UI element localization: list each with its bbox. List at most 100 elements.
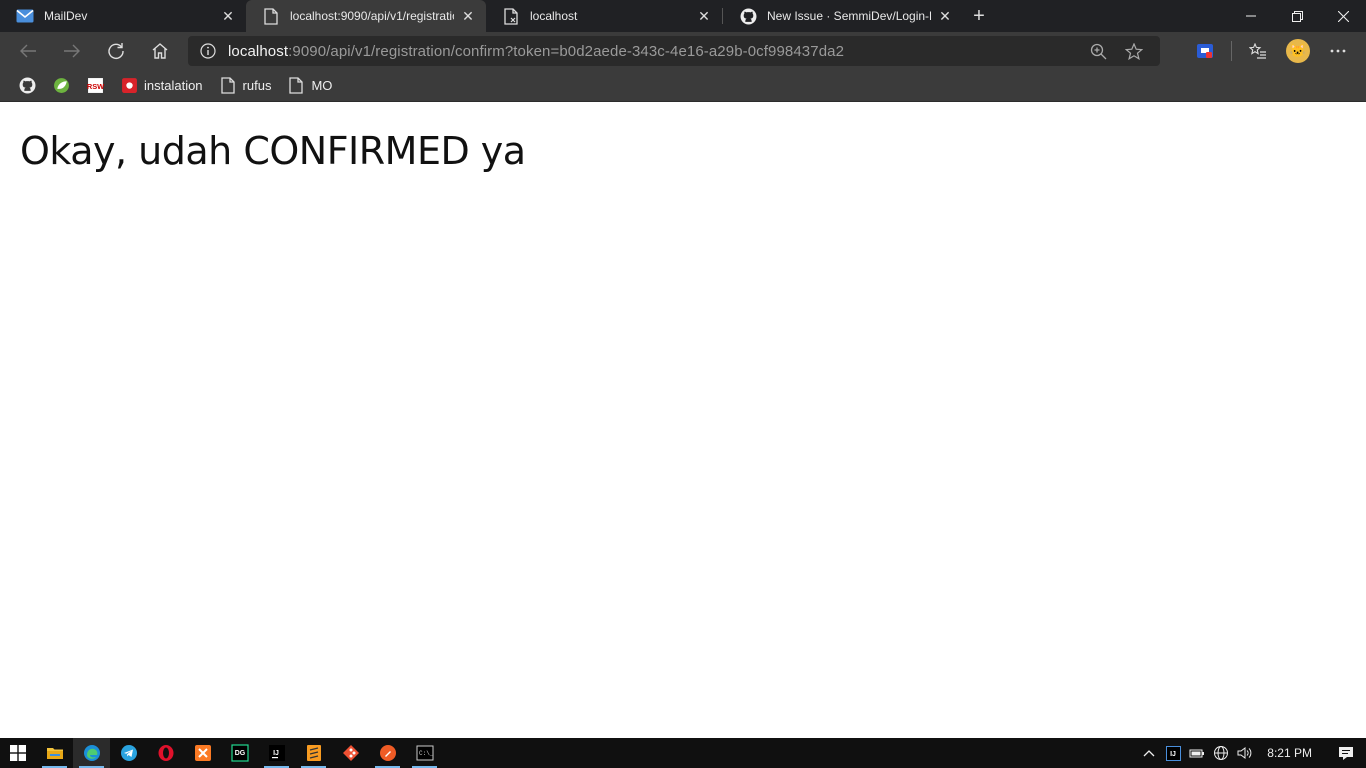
restore-button[interactable] xyxy=(1274,0,1320,32)
taskbar-terminal[interactable]: C:\_ xyxy=(406,738,443,768)
refresh-icon xyxy=(108,43,124,60)
page-icon xyxy=(219,77,237,95)
notification-icon[interactable] xyxy=(1326,738,1366,768)
profile-button[interactable]: 🐱 xyxy=(1278,32,1318,70)
back-button[interactable] xyxy=(6,32,50,70)
intellij-icon: IJ xyxy=(268,745,285,761)
taskbar-sublime[interactable] xyxy=(295,738,332,768)
zoom-icon[interactable] xyxy=(1080,36,1116,66)
postman-icon xyxy=(379,745,396,761)
bookmark-label: rufus xyxy=(242,78,272,93)
broken-page-icon xyxy=(502,7,520,25)
site-info-icon[interactable] xyxy=(188,43,228,59)
mail-icon xyxy=(16,7,34,25)
tab-title: localhost xyxy=(530,9,578,23)
datagrip-icon: DG xyxy=(230,744,249,762)
bookmark-rsw[interactable]: RSW xyxy=(80,73,110,99)
opera-icon xyxy=(158,745,173,761)
bookmark-github[interactable] xyxy=(12,73,42,99)
taskbar-postman[interactable] xyxy=(369,738,406,768)
bookmark-label: MO xyxy=(311,78,333,93)
refresh-button[interactable] xyxy=(94,32,138,70)
taskbar-telegram[interactable] xyxy=(110,738,147,768)
forward-button[interactable] xyxy=(50,32,94,70)
tab-maildev[interactable]: MailDev ✕ xyxy=(0,0,246,32)
edge-icon xyxy=(83,745,100,761)
github-icon xyxy=(18,77,36,95)
tab-localhost[interactable]: localhost ✕ xyxy=(486,0,722,32)
volume-icon[interactable] xyxy=(1233,738,1257,768)
extension-shield-icon[interactable] xyxy=(1185,32,1225,70)
tab-new-issue[interactable]: New Issue · SemmiDev/Login-Re ✕ xyxy=(723,0,963,32)
sublime-icon xyxy=(306,745,321,761)
bookmark-rufus[interactable]: rufus xyxy=(213,73,278,99)
close-window-button[interactable] xyxy=(1320,0,1366,32)
toolbar-separator xyxy=(1231,41,1232,61)
system-tray: IJ 8:21 PM xyxy=(1137,738,1366,768)
taskbar-file-explorer[interactable] xyxy=(36,738,73,768)
svg-text:C:\_: C:\_ xyxy=(419,750,434,757)
close-icon[interactable]: ✕ xyxy=(460,8,476,24)
rsw-icon: RSW xyxy=(86,77,104,95)
taskbar-xampp[interactable] xyxy=(184,738,221,768)
bookmarks-bar: RSW instalation rufus MO xyxy=(0,70,1366,102)
page-icon xyxy=(262,7,280,25)
terminal-icon: C:\_ xyxy=(416,745,434,761)
home-button[interactable] xyxy=(138,32,182,70)
url-host: localhost xyxy=(228,42,289,60)
start-button[interactable] xyxy=(0,738,36,768)
svg-text:DG: DG xyxy=(234,750,245,757)
intellij-tray-icon[interactable]: IJ xyxy=(1161,738,1185,768)
xampp-icon xyxy=(194,745,211,761)
spring-icon xyxy=(52,77,70,95)
github-icon xyxy=(739,7,757,25)
url-path: :9090/api/v1/registration/confirm?token=… xyxy=(288,42,845,60)
page-heading: Okay, udah CONFIRMED ya xyxy=(20,129,526,173)
page-content: Okay, udah CONFIRMED ya xyxy=(0,103,1366,738)
telegram-icon xyxy=(120,745,137,761)
folder-icon xyxy=(46,748,63,759)
tab-strip: MailDev ✕ localhost:9090/api/v1/registra… xyxy=(0,0,1366,32)
minimize-button[interactable] xyxy=(1228,0,1274,32)
tab-title: localhost:9090/api/v1/registratio xyxy=(290,9,454,23)
star-icon[interactable] xyxy=(1116,36,1152,66)
bookmark-mo[interactable]: MO xyxy=(281,73,338,99)
tab-registration-confirm[interactable]: localhost:9090/api/v1/registratio ✕ xyxy=(246,0,486,32)
red-app-icon xyxy=(120,77,138,95)
more-menu-icon[interactable] xyxy=(1318,32,1358,70)
home-icon xyxy=(152,43,168,59)
taskbar-git[interactable] xyxy=(332,738,369,768)
close-icon[interactable]: ✕ xyxy=(220,8,236,24)
battery-icon[interactable] xyxy=(1185,738,1209,768)
taskbar-opera[interactable] xyxy=(147,738,184,768)
git-icon xyxy=(342,745,359,761)
avatar: 🐱 xyxy=(1286,39,1310,63)
close-icon[interactable]: ✕ xyxy=(937,8,953,24)
svg-text:IJ: IJ xyxy=(1170,751,1176,758)
clock-time[interactable]: 8:21 PM xyxy=(1257,746,1326,760)
taskbar-datagrip[interactable]: DG xyxy=(221,738,258,768)
tab-title: MailDev xyxy=(44,9,88,23)
browser-toolbar: localhost:9090/api/v1/registration/confi… xyxy=(0,32,1366,70)
close-icon[interactable]: ✕ xyxy=(696,8,712,24)
back-arrow-icon xyxy=(20,44,36,58)
forward-arrow-icon xyxy=(64,44,80,58)
page-icon xyxy=(287,77,305,95)
taskbar: DG IJ C:\_ IJ 8:21 PM xyxy=(0,738,1366,768)
address-bar[interactable]: localhost:9090/api/v1/registration/confi… xyxy=(188,36,1160,66)
svg-text:RSW: RSW xyxy=(87,82,104,91)
window-controls xyxy=(1228,0,1366,32)
bookmark-instalation[interactable]: instalation xyxy=(114,73,209,99)
new-tab-button[interactable]: + xyxy=(963,0,995,32)
windows-icon xyxy=(10,745,26,761)
favorites-icon[interactable] xyxy=(1238,32,1278,70)
bookmark-label: instalation xyxy=(144,78,203,93)
url-text[interactable]: localhost:9090/api/v1/registration/confi… xyxy=(228,43,844,60)
tab-title: New Issue · SemmiDev/Login-Re xyxy=(767,9,931,23)
chevron-up-icon[interactable] xyxy=(1137,738,1161,768)
bookmark-spring[interactable] xyxy=(46,73,76,99)
network-globe-icon[interactable] xyxy=(1209,738,1233,768)
svg-text:IJ: IJ xyxy=(273,750,279,757)
taskbar-edge[interactable] xyxy=(73,738,110,768)
taskbar-intellij[interactable]: IJ xyxy=(258,738,295,768)
